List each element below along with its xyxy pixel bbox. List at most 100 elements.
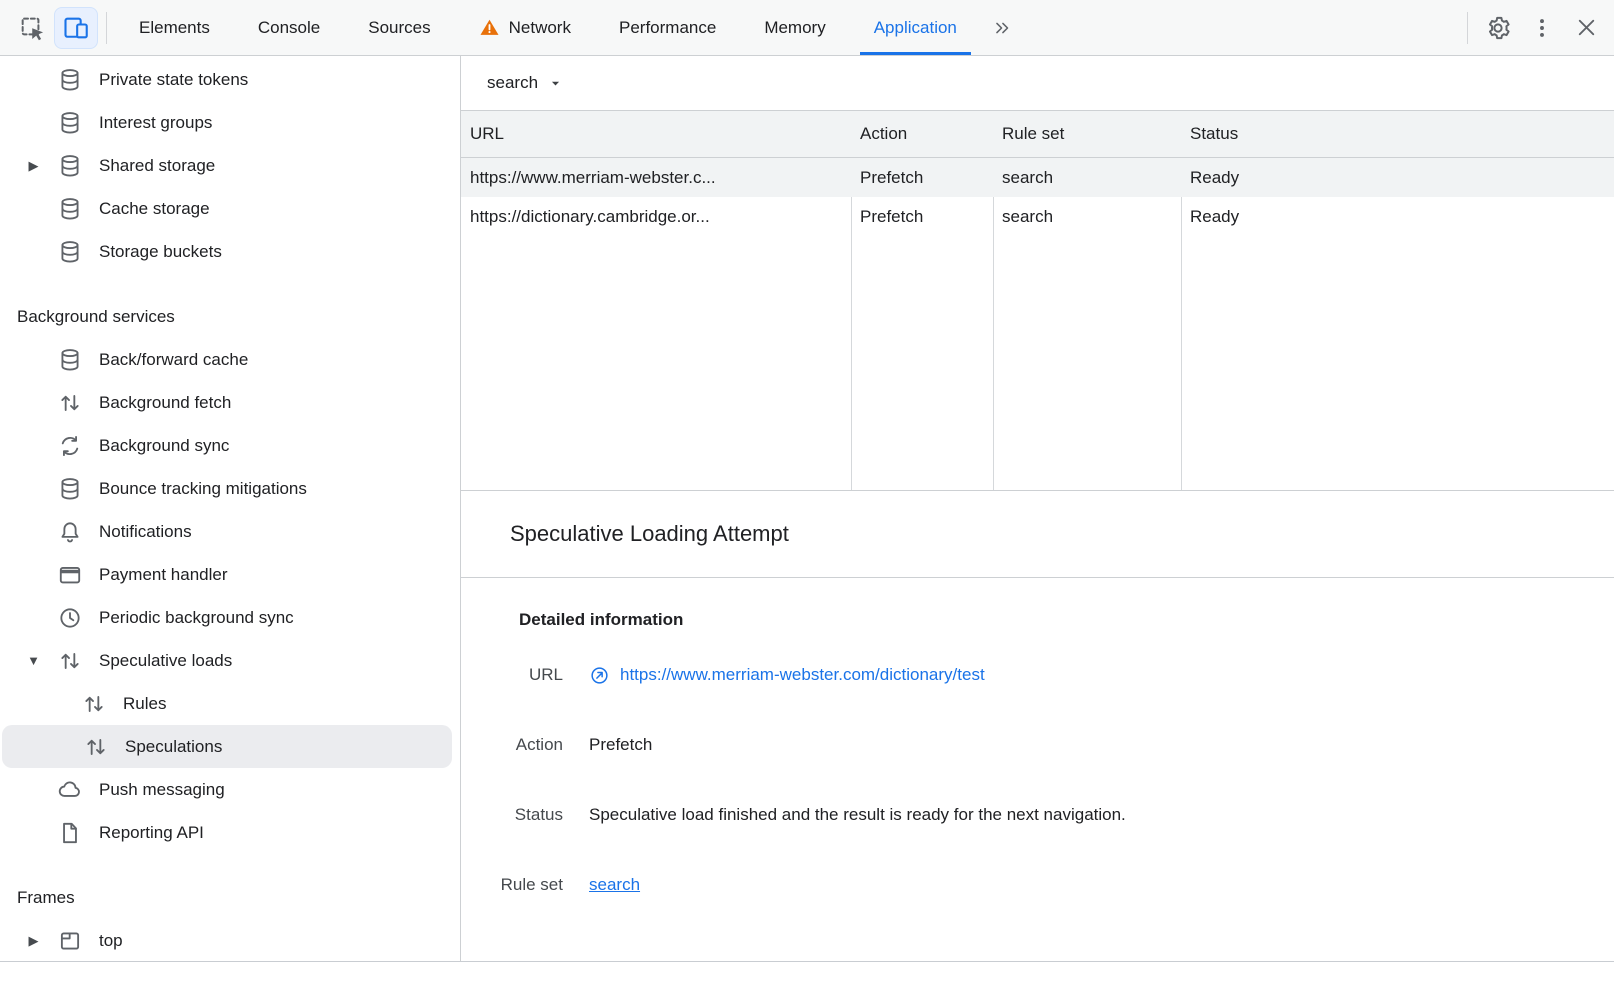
sidebar-item-reporting-api[interactable]: Reporting API — [0, 811, 460, 854]
sidebar-item-payment-handler[interactable]: Payment handler — [0, 553, 460, 596]
frame-icon — [57, 928, 83, 954]
sidebar-item-label: Rules — [123, 694, 166, 714]
sidebar-item-speculative-loads[interactable]: ▼ Speculative loads — [0, 639, 460, 682]
sidebar-item-label: Background fetch — [99, 393, 231, 413]
expander-collapsed-icon[interactable]: ▶ — [10, 933, 57, 949]
panel-tabs: Elements Console Sources Network Perform… — [115, 0, 1023, 55]
sidebar-item-label: Payment handler — [99, 565, 228, 585]
sync-icon — [57, 433, 83, 459]
tab-label: Application — [874, 18, 957, 38]
database-icon — [57, 153, 83, 179]
bottom-strip — [0, 962, 1614, 990]
column-header-rule-set[interactable]: Rule set — [993, 124, 1181, 144]
sidebar-item-label: Bounce tracking mitigations — [99, 479, 307, 499]
cell-rule-set: search — [993, 168, 1181, 188]
sidebar-item-frame-top[interactable]: ▶ top — [0, 919, 460, 961]
sidebar-item-notifications[interactable]: Notifications — [0, 510, 460, 553]
table-row[interactable]: https://www.merriam-webster.c... Prefetc… — [461, 158, 1614, 197]
close-icon — [1573, 14, 1600, 41]
attempt-action-value: Prefetch — [589, 735, 652, 755]
inspect-cursor-icon — [18, 14, 46, 42]
sidebar-item-label: Background sync — [99, 436, 229, 456]
detail-label-status: Status — [467, 805, 563, 825]
database-icon — [57, 347, 83, 373]
speculations-table: URL Action Rule set Status https://www.m… — [461, 110, 1614, 491]
detail-row-status: Status Speculative load finished and the… — [467, 800, 1590, 830]
table-header-row: URL Action Rule set Status — [461, 111, 1614, 158]
application-sidebar: Private state tokens Interest groups ▶ S… — [0, 56, 461, 961]
cell-url: https://www.merriam-webster.c... — [461, 168, 851, 188]
sidebar-item-interest-groups[interactable]: Interest groups — [0, 101, 460, 144]
gear-icon — [1484, 14, 1512, 42]
sidebar-item-cache-storage[interactable]: Cache storage — [0, 187, 460, 230]
settings-button[interactable] — [1476, 7, 1520, 49]
more-tabs-button[interactable] — [981, 0, 1023, 55]
sidebar-item-label: Private state tokens — [99, 70, 248, 90]
document-icon — [57, 820, 83, 846]
column-header-action[interactable]: Action — [851, 124, 993, 144]
table-row[interactable]: https://dictionary.cambridge.or... Prefe… — [461, 197, 1614, 236]
inspect-element-button[interactable] — [10, 7, 54, 49]
sidebar-item-storage-buckets[interactable]: Storage buckets — [0, 230, 460, 273]
tab-console[interactable]: Console — [234, 0, 344, 55]
cell-status: Ready — [1181, 207, 1614, 227]
kebab-menu-icon — [1529, 15, 1555, 41]
database-icon — [57, 110, 83, 136]
tab-memory[interactable]: Memory — [740, 0, 849, 55]
sidebar-item-label: Reporting API — [99, 823, 204, 843]
database-icon — [57, 476, 83, 502]
cell-action: Prefetch — [851, 168, 993, 188]
attempt-status-value: Speculative load finished and the result… — [589, 805, 1126, 825]
tab-sources[interactable]: Sources — [344, 0, 454, 55]
sidebar-item-push-messaging[interactable]: Push messaging — [0, 768, 460, 811]
close-devtools-button[interactable] — [1564, 7, 1608, 49]
sidebar-section-frames: Frames — [0, 876, 460, 919]
database-icon — [57, 196, 83, 222]
tab-label: Network — [509, 18, 571, 38]
toggle-device-toolbar-button[interactable] — [54, 7, 98, 49]
sidebar-item-bounce-tracking-mitigations[interactable]: Bounce tracking mitigations — [0, 467, 460, 510]
details-heading: Detailed information — [519, 610, 1590, 630]
sidebar-item-label: Storage buckets — [99, 242, 222, 262]
tab-performance[interactable]: Performance — [595, 0, 740, 55]
tab-elements[interactable]: Elements — [115, 0, 234, 55]
sidebar-item-label: Cache storage — [99, 199, 210, 219]
sidebar-item-rules[interactable]: Rules — [0, 682, 460, 725]
sidebar-item-speculations[interactable]: Speculations — [2, 725, 452, 768]
expander-collapsed-icon[interactable]: ▶ — [10, 158, 57, 174]
ruleset-filter-value: search — [487, 73, 538, 93]
attempt-section-header: Speculative Loading Attempt — [461, 491, 1614, 578]
tab-label: Performance — [619, 18, 716, 38]
warning-icon — [479, 17, 500, 38]
database-icon — [57, 239, 83, 265]
expander-expanded-icon[interactable]: ▼ — [10, 653, 57, 668]
sidebar-item-label: Periodic background sync — [99, 608, 294, 628]
column-header-url[interactable]: URL — [461, 124, 851, 144]
sidebar-item-private-state-tokens[interactable]: Private state tokens — [0, 58, 460, 101]
up-down-arrows-icon — [83, 734, 109, 760]
sidebar-item-label: Back/forward cache — [99, 350, 248, 370]
bell-icon — [57, 519, 83, 545]
tab-label: Elements — [139, 18, 210, 38]
ruleset-filter-select[interactable]: search — [487, 73, 564, 93]
sidebar-item-background-fetch[interactable]: Background fetch — [0, 381, 460, 424]
column-header-status[interactable]: Status — [1181, 124, 1614, 144]
attempt-url-link[interactable]: https://www.merriam-webster.com/dictiona… — [620, 665, 985, 685]
sidebar-item-periodic-background-sync[interactable]: Periodic background sync — [0, 596, 460, 639]
sidebar-item-shared-storage[interactable]: ▶ Shared storage — [0, 144, 460, 187]
tab-label: Sources — [368, 18, 430, 38]
open-url-icon[interactable] — [589, 665, 610, 686]
main-toolbar: Elements Console Sources Network Perform… — [0, 0, 1614, 56]
sidebar-item-back-forward-cache[interactable]: Back/forward cache — [0, 338, 460, 381]
speculations-panel: search URL Action Rule set Status https:… — [461, 56, 1614, 961]
detail-row-rule-set: Rule set search — [467, 870, 1590, 900]
tab-application[interactable]: Application — [850, 0, 981, 55]
tab-network[interactable]: Network — [455, 0, 595, 55]
devtools-menu-button[interactable] — [1520, 7, 1564, 49]
attempt-details: Detailed information URL https://www.mer… — [461, 578, 1614, 961]
cell-url: https://dictionary.cambridge.or... — [461, 207, 851, 227]
section-header-label: Background services — [17, 307, 175, 327]
double-chevron-icon — [991, 17, 1013, 39]
sidebar-item-background-sync[interactable]: Background sync — [0, 424, 460, 467]
attempt-ruleset-link[interactable]: search — [589, 875, 640, 895]
